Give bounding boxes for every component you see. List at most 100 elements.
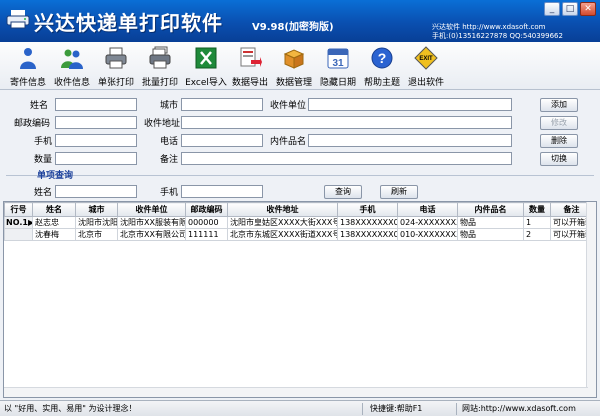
delete-button[interactable]: 删除 xyxy=(540,134,578,148)
cell[interactable]: 北京市XX有限公司 xyxy=(117,228,186,241)
cell[interactable]: 1 xyxy=(523,216,551,229)
table-header-row: 行号 姓名 城市 收件单位 邮政编码 收件地址 手机 电话 内件品名 数量 备注 xyxy=(4,202,593,217)
record-grid[interactable]: 行号 姓名 城市 收件单位 邮政编码 收件地址 手机 电话 内件品名 数量 备注… xyxy=(3,201,597,398)
database-box-icon xyxy=(283,49,305,69)
cell[interactable]: 010-XXXXXXXX xyxy=(397,228,458,241)
horizontal-scrollbar[interactable] xyxy=(4,387,588,397)
cell[interactable]: 000000 xyxy=(185,216,228,229)
column-header[interactable]: 手机 xyxy=(337,202,398,217)
row-number xyxy=(4,228,33,241)
mobile-input[interactable] xyxy=(55,134,137,147)
name-input[interactable] xyxy=(55,98,137,111)
remark-label: 备注 xyxy=(160,155,179,165)
cell[interactable]: 111111 xyxy=(185,228,228,241)
cell[interactable]: 沈阳市皇姑区XXXX大街XXX号 xyxy=(227,216,338,229)
company-input[interactable] xyxy=(308,98,512,111)
quantity-label: 数量 xyxy=(34,155,53,165)
search-mobile-label: 手机 xyxy=(160,188,179,198)
row-number: NO.1▶ xyxy=(4,216,33,229)
postcode-label: 邮政编码 xyxy=(14,119,51,129)
toolbar-batch-print[interactable]: 批量打印 xyxy=(134,44,186,88)
cell[interactable]: 赵志忠 xyxy=(32,216,76,229)
cell[interactable]: 沈春梅 xyxy=(32,228,76,241)
edit-button[interactable]: 修改 xyxy=(540,116,578,130)
remark-input[interactable] xyxy=(181,152,512,165)
search-mobile-input[interactable] xyxy=(181,185,263,198)
address-label: 收件地址 xyxy=(144,119,181,129)
title-bar: 兴达快递单打印软件 V9.98(加密狗版) 兴达软件 http://www.xd… xyxy=(0,0,600,42)
cell[interactable]: 024-XXXXXXXX xyxy=(397,216,458,229)
calendar-31-icon: 31 xyxy=(327,48,349,69)
goods-input[interactable] xyxy=(308,134,512,147)
name-label: 姓名 xyxy=(30,101,49,111)
window-controls: _ □ ✕ xyxy=(544,2,596,16)
section-divider xyxy=(6,175,594,176)
table-row[interactable]: NO.1▶ 赵志忠 沈阳市沈阳 沈阳市XX服装有限 000000 沈阳市皇姑区X… xyxy=(4,216,593,229)
column-header[interactable]: 内件品名 xyxy=(457,202,524,217)
sender-person-icon xyxy=(20,48,36,69)
toolbar-label: 退出软件 xyxy=(407,78,444,88)
column-header[interactable]: 收件单位 xyxy=(117,202,186,217)
toolbar-label: 批量打印 xyxy=(141,78,178,88)
switch-button[interactable]: 切换 xyxy=(540,152,578,166)
add-button[interactable]: 添加 xyxy=(540,98,578,112)
column-header[interactable]: 城市 xyxy=(75,202,118,217)
status-slogan: 以 "好用、实用、易用" 为设计理念！ xyxy=(4,404,137,413)
search-section-title: 单项查询 xyxy=(37,171,74,181)
svg-text:EXIT: EXIT xyxy=(419,56,433,62)
city-label: 城市 xyxy=(160,101,179,111)
search-name-input[interactable] xyxy=(55,185,137,198)
phone-label: 电话 xyxy=(160,137,179,147)
column-header[interactable]: 收件地址 xyxy=(227,202,338,217)
postcode-input[interactable] xyxy=(55,116,137,129)
record-table: 行号 姓名 城市 收件单位 邮政编码 收件地址 手机 电话 内件品名 数量 备注… xyxy=(4,202,593,241)
batch-printer-icon xyxy=(149,46,171,69)
status-divider xyxy=(362,403,363,415)
cell[interactable]: 2 xyxy=(523,228,551,241)
status-shortcut: 快捷键:帮助F1 xyxy=(370,404,423,413)
exit-sign-icon: EXIT xyxy=(414,46,438,70)
printer-icon xyxy=(105,47,127,69)
status-divider xyxy=(456,403,457,415)
query-button[interactable]: 查询 xyxy=(324,185,362,199)
refresh-button[interactable]: 刷新 xyxy=(380,185,418,199)
vertical-scrollbar[interactable] xyxy=(586,202,596,397)
cell[interactable]: 138XXXXXXX0 xyxy=(337,216,398,229)
status-website: 网站:http://www.xdasoft.com xyxy=(462,404,576,413)
company-info: 兴达软件 http://www.xdasoft.com 手机:(0)135162… xyxy=(432,23,563,41)
table-row[interactable]: 沈春梅 北京市 北京市XX有限公司 111111 北京市东城区XXXX街道XXX… xyxy=(4,228,593,241)
company-label: 收件单位 xyxy=(270,101,307,111)
minimize-button[interactable]: _ xyxy=(544,2,560,16)
toolbar-exit[interactable]: EXIT 退出软件 xyxy=(400,44,452,88)
current-row-marker-icon: ▶ xyxy=(28,218,32,227)
toolbar: 寄件信息 收件信息 单张打印 批量打印 Excel导入 数据导出 数据管理 31… xyxy=(0,42,600,90)
address-input[interactable] xyxy=(181,116,512,129)
help-icon: ? xyxy=(371,47,393,69)
company-contact: 手机:(0)13516227878 QQ:540399662 xyxy=(432,32,563,40)
export-icon xyxy=(240,47,262,67)
company-website: 兴达软件 http://www.xdasoft.com xyxy=(432,23,546,31)
maximize-button[interactable]: □ xyxy=(562,2,578,16)
column-header[interactable]: 数量 xyxy=(523,202,551,217)
column-header[interactable]: 电话 xyxy=(397,202,458,217)
svg-text:31: 31 xyxy=(332,58,344,69)
cell[interactable]: 物品 xyxy=(457,216,524,229)
column-header[interactable]: 行号 xyxy=(4,202,33,217)
cell[interactable]: 138XXXXXXX0 xyxy=(337,228,398,241)
city-input[interactable] xyxy=(181,98,263,111)
cell[interactable]: 北京市东城区XXXX街道XXX号 xyxy=(227,228,338,241)
quantity-input[interactable] xyxy=(55,152,137,165)
cell[interactable]: 沈阳市XX服装有限 xyxy=(117,216,186,229)
column-header[interactable]: 姓名 xyxy=(32,202,76,217)
close-button[interactable]: ✕ xyxy=(580,2,596,16)
cell[interactable]: 物品 xyxy=(457,228,524,241)
excel-icon xyxy=(195,47,217,69)
goods-label: 内件品名 xyxy=(270,137,307,147)
recipient-people-icon xyxy=(61,49,83,69)
phone-input[interactable] xyxy=(181,134,263,147)
cell[interactable]: 北京市 xyxy=(75,228,118,241)
mobile-label: 手机 xyxy=(34,137,53,147)
printer-logo-icon xyxy=(6,10,30,29)
column-header[interactable]: 邮政编码 xyxy=(185,202,228,217)
cell[interactable]: 沈阳市沈阳 xyxy=(75,216,118,229)
